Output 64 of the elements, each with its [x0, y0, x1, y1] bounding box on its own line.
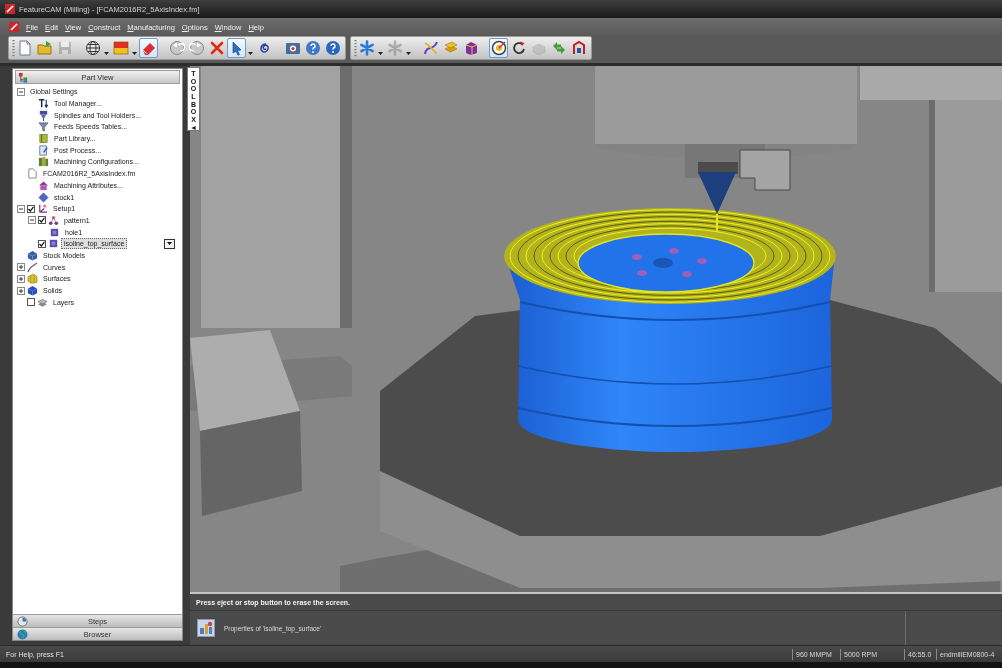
- minus-box-icon[interactable]: [16, 87, 25, 96]
- redo-icon: [188, 40, 205, 56]
- document-icon: [38, 144, 49, 156]
- arch-icon: [570, 40, 587, 56]
- book-icon: [38, 133, 49, 145]
- toolbar-button[interactable]: [489, 38, 508, 58]
- toolbar-button[interactable]: [111, 38, 130, 58]
- house-icon: [38, 179, 49, 191]
- properties-icon: [197, 619, 215, 637]
- eraser-icon: [140, 40, 157, 56]
- curve-icon: [27, 261, 38, 273]
- dropdown-button[interactable]: [164, 238, 175, 249]
- toolbar-button[interactable]: [139, 38, 158, 58]
- diamond-icon: [38, 191, 49, 203]
- grip-icon[interactable]: [12, 39, 15, 57]
- cube-icon: [27, 285, 38, 297]
- rotate-icon: [510, 40, 527, 56]
- toolbar-button[interactable]: [227, 38, 246, 58]
- plus-box-icon[interactable]: [16, 274, 25, 283]
- plus-box-icon[interactable]: [16, 263, 25, 272]
- toolbar-button[interactable]: [323, 38, 342, 58]
- checkbox[interactable]: [27, 298, 35, 307]
- dropdown-arrow-icon[interactable]: [248, 51, 253, 55]
- nodes-icon: [48, 214, 59, 226]
- help-icon: [304, 40, 321, 56]
- axes-icon: [37, 203, 48, 215]
- tree-view-icon: [17, 71, 29, 83]
- folder-icon: [36, 40, 53, 56]
- cube-icon: [49, 226, 60, 238]
- curves-icon: [422, 40, 439, 56]
- asterisk-icon: [386, 40, 403, 56]
- surface-icon: [27, 273, 38, 285]
- plus-box-icon[interactable]: [16, 286, 25, 295]
- funnel-icon: [38, 121, 49, 133]
- undo-icon: [168, 40, 185, 56]
- caret-down-icon: [167, 242, 172, 246]
- checkbox[interactable]: [38, 216, 46, 225]
- dropdown-arrow-icon[interactable]: [378, 51, 383, 55]
- checkbox[interactable]: [38, 239, 46, 248]
- blocks-icon: [38, 156, 49, 168]
- layers-icon: [37, 296, 48, 308]
- help-icon: [324, 40, 341, 56]
- toolbar-button[interactable]: [83, 38, 102, 58]
- tool-icon: [38, 98, 49, 110]
- cube-icon: [27, 249, 38, 261]
- camera-icon: [284, 40, 301, 56]
- clock-icon: [16, 615, 28, 627]
- file-icon: [27, 168, 38, 180]
- app-logo-icon: [9, 22, 19, 32]
- globe-icon: [16, 628, 28, 640]
- grip-icon[interactable]: [354, 39, 357, 57]
- color-swatch-icon: [112, 40, 129, 56]
- dropdown-arrow-icon[interactable]: [132, 51, 137, 55]
- cube-icon: [48, 238, 59, 250]
- globe-icon: [84, 40, 101, 56]
- spindle-icon: [38, 109, 49, 121]
- app-logo-icon: [5, 4, 15, 14]
- dropdown-arrow-icon[interactable]: [104, 51, 109, 55]
- delete-icon: [208, 40, 225, 56]
- asterisk-icon: [358, 40, 375, 56]
- checkbox[interactable]: [27, 204, 35, 213]
- cutting-tool-drawing: [698, 172, 736, 233]
- target-icon: [490, 40, 507, 56]
- new-document-icon: [16, 40, 33, 56]
